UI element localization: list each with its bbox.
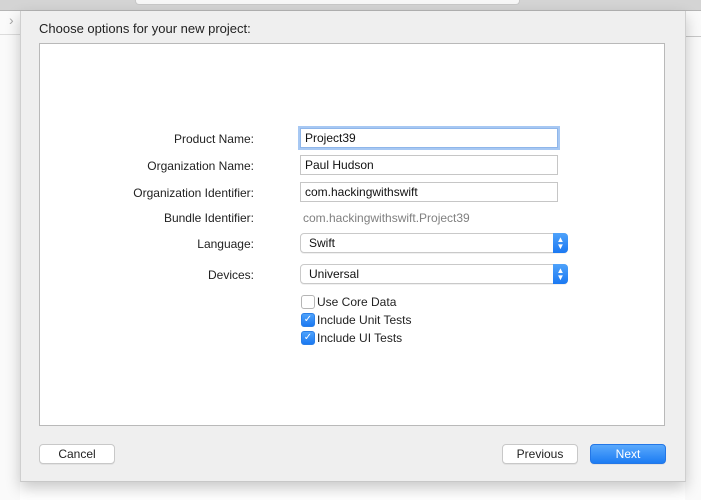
checkmark-icon: ✓ <box>301 331 315 345</box>
devices-popup[interactable]: Universal ▲ ▼ <box>300 264 568 284</box>
cancel-button[interactable]: Cancel <box>39 444 115 464</box>
devices-label: Devices: <box>207 268 254 282</box>
checkmark-icon: ✓ <box>301 313 315 327</box>
chevron-right-icon[interactable]: › <box>9 13 14 27</box>
previous-button[interactable]: Previous <box>502 444 578 464</box>
up-down-arrows-icon: ▲ ▼ <box>553 233 568 253</box>
inspector-divider <box>685 36 701 37</box>
toolbar-activity-field <box>135 0 520 5</box>
checkbox-label: Include UI Tests <box>317 331 403 345</box>
up-down-arrows-icon: ▲ ▼ <box>553 264 568 284</box>
language-popup[interactable]: Swift ▲ ▼ <box>300 233 568 253</box>
checkbox-label: Include Unit Tests <box>317 313 412 327</box>
checkbox-unchecked-icon <box>301 295 315 309</box>
sheet-title: Choose options for your new project: <box>39 21 251 36</box>
next-button[interactable]: Next <box>590 444 666 464</box>
organization-identifier-field[interactable]: com.hackingwithswift <box>300 182 558 202</box>
organization-name-field[interactable]: Paul Hudson <box>300 155 558 175</box>
sidebar-divider <box>0 34 20 35</box>
options-panel: Product Name: Project39 Organization Nam… <box>39 43 665 426</box>
background-sidebar <box>0 11 20 500</box>
product-name-field[interactable]: Project39 <box>300 128 558 148</box>
background-inspector <box>685 11 701 500</box>
organization-name-label: Organization Name: <box>147 159 254 173</box>
product-name-label: Product Name: <box>173 132 254 146</box>
devices-selected: Universal <box>309 267 360 281</box>
organization-identifier-label: Organization Identifier: <box>133 186 254 200</box>
language-label: Language: <box>197 237 254 251</box>
new-project-sheet: Choose options for your new project: Pro… <box>20 11 686 482</box>
checkbox-label: Use Core Data <box>317 295 397 309</box>
bundle-identifier-label: Bundle Identifier: <box>163 211 254 225</box>
language-selected: Swift <box>309 236 336 250</box>
bundle-identifier-value: com.hackingwithswift.Project39 <box>303 211 470 225</box>
